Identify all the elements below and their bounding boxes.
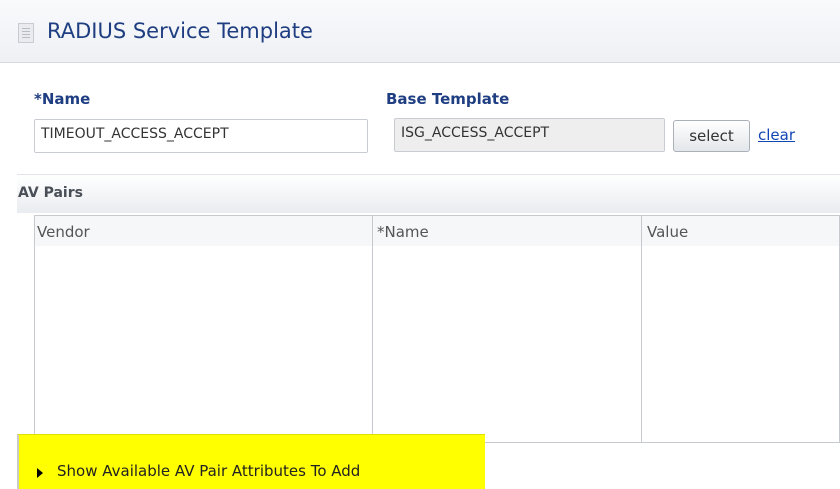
- av-pairs-title: AV Pairs: [18, 185, 83, 201]
- document-icon: [18, 23, 34, 43]
- base-template-label: Base Template: [386, 90, 510, 108]
- column-header-value[interactable]: Value: [647, 223, 688, 241]
- av-pairs-table: Vendor *Name Value: [34, 215, 840, 443]
- page-title: RADIUS Service Template: [47, 19, 313, 43]
- clear-link[interactable]: clear: [758, 126, 795, 144]
- triangle-right-icon: [37, 468, 43, 478]
- column-divider: [641, 216, 642, 442]
- toggle-label: Show Available AV Pair Attributes To Add: [57, 462, 361, 480]
- select-button[interactable]: select: [673, 120, 750, 152]
- column-divider: [372, 216, 373, 442]
- av-pairs-section-header: [17, 174, 840, 213]
- base-template-input: ISG_ACCESS_ACCEPT: [394, 118, 665, 152]
- table-header-row: Vendor *Name Value: [35, 216, 839, 246]
- page-header: RADIUS Service Template: [0, 0, 840, 63]
- column-header-vendor[interactable]: Vendor: [37, 223, 90, 241]
- show-av-pair-attributes-toggle[interactable]: Show Available AV Pair Attributes To Add: [17, 434, 485, 489]
- name-input[interactable]: TIMEOUT_ACCESS_ACCEPT: [34, 119, 368, 153]
- name-label: *Name: [34, 90, 91, 108]
- column-header-name[interactable]: *Name: [377, 223, 429, 241]
